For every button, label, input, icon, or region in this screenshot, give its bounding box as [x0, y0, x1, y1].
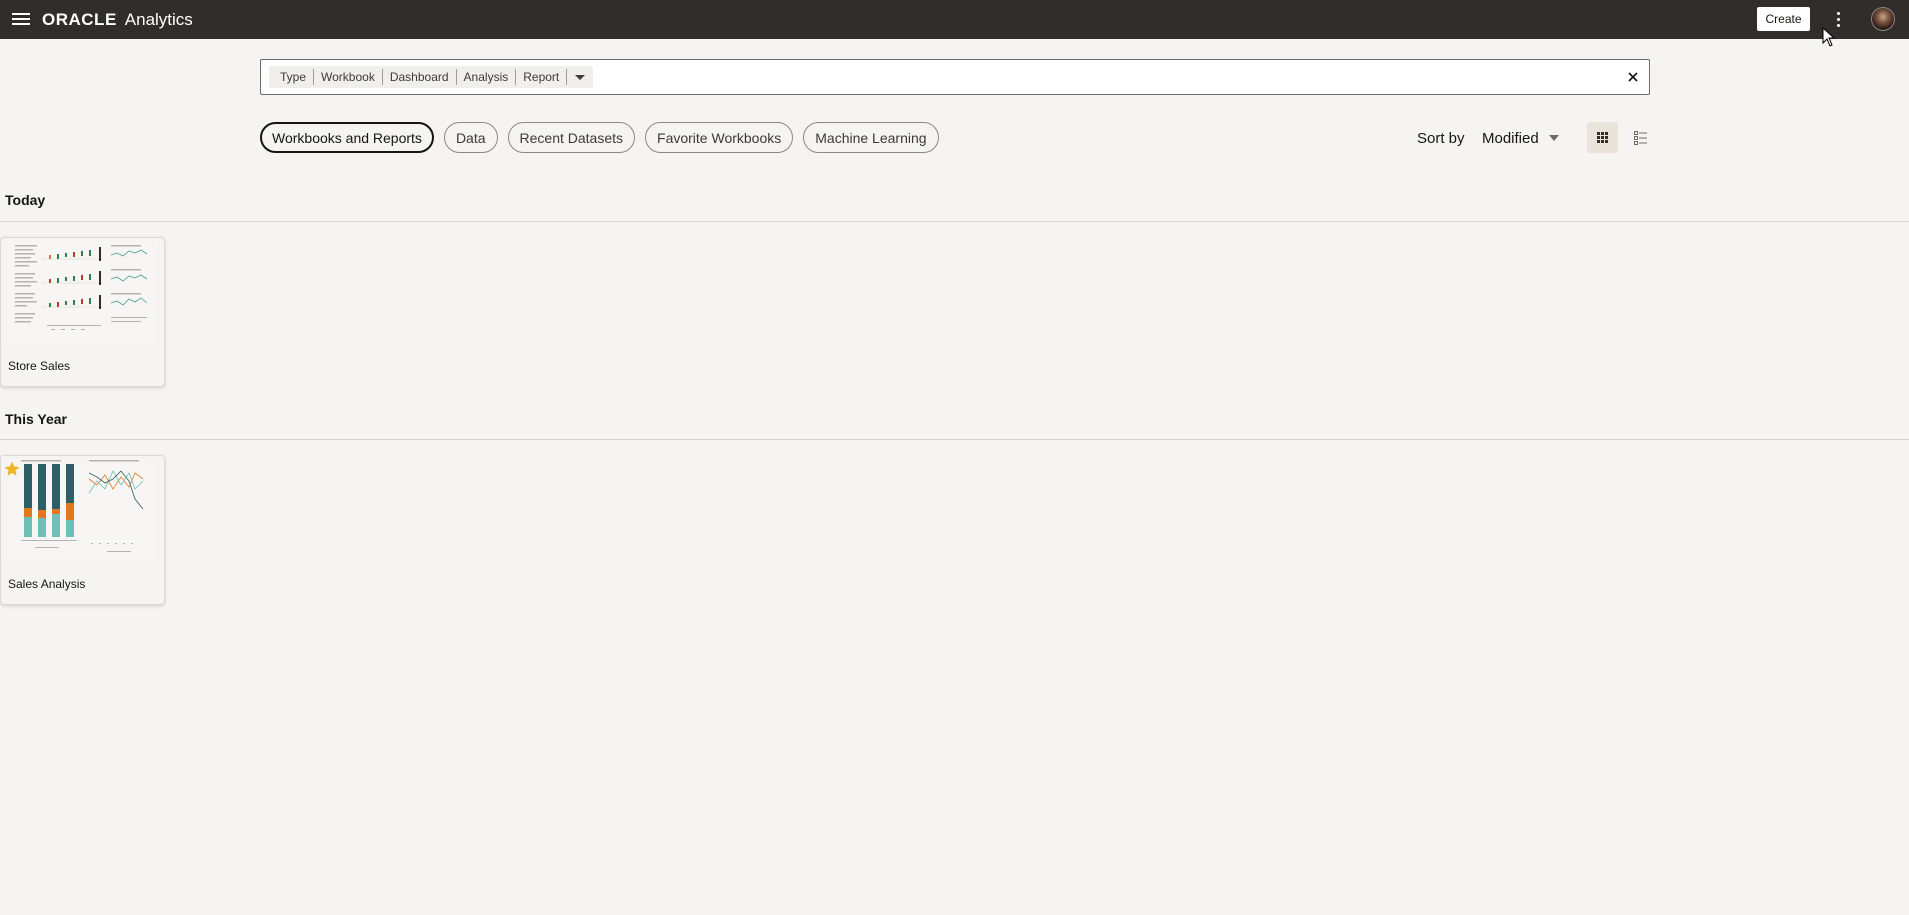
store-sales-thumbnail: [7, 241, 157, 346]
section-title-this-year: This Year: [5, 411, 68, 427]
facet-workbook[interactable]: Workbook: [314, 69, 383, 85]
grid-view-icon: [1597, 132, 1608, 143]
workbook-card-sales-analysis[interactable]: Sales Analysis: [0, 455, 165, 605]
grid-view-button[interactable]: [1587, 122, 1618, 153]
section-divider: [0, 221, 1909, 222]
list-view-button[interactable]: [1625, 122, 1656, 153]
avatar[interactable]: [1871, 7, 1895, 31]
chip-machine-learning[interactable]: Machine Learning: [803, 122, 939, 153]
oracle-logo: ORACLE: [42, 10, 117, 29]
sort-label: Sort by: [1417, 130, 1465, 147]
search-input[interactable]: [591, 67, 1591, 87]
search-bar[interactable]: Type Workbook Dashboard Analysis Report: [260, 59, 1650, 95]
facets-dropdown-icon[interactable]: [575, 74, 586, 80]
kebab-icon[interactable]: [1830, 9, 1846, 29]
section-title-today: Today: [5, 192, 46, 208]
card-title: Store Sales: [8, 359, 71, 373]
sort-value: Modified: [1482, 129, 1539, 147]
facet-dashboard[interactable]: Dashboard: [383, 69, 457, 85]
sales-analysis-thumbnail: [7, 459, 157, 564]
star-icon[interactable]: [3, 460, 21, 478]
chip-favorite-workbooks[interactable]: Favorite Workbooks: [645, 122, 794, 153]
workbook-card-store-sales[interactable]: Store Sales: [0, 237, 165, 387]
facet-report[interactable]: Report: [516, 69, 568, 85]
chip-workbooks-and-reports[interactable]: Workbooks and Reports: [260, 122, 434, 153]
sort-select[interactable]: Modified: [1482, 126, 1559, 150]
hamburger-icon[interactable]: [10, 10, 32, 28]
chip-recent-datasets[interactable]: Recent Datasets: [507, 122, 636, 153]
filter-chips: Workbooks and Reports Data Recent Datase…: [260, 122, 939, 154]
mouse-cursor-icon: [1822, 27, 1836, 47]
list-view-icon: [1634, 131, 1647, 145]
brand[interactable]: ORACLE Analytics: [42, 10, 193, 30]
search-facets: Type Workbook Dashboard Analysis Report: [269, 66, 594, 88]
top-bar: ORACLE Analytics Create: [0, 0, 1909, 39]
card-title: Sales Analysis: [8, 577, 86, 591]
chip-data[interactable]: Data: [443, 122, 498, 153]
chevron-down-icon: [1548, 135, 1559, 141]
product-name: Analytics: [124, 10, 193, 29]
facet-analysis[interactable]: Analysis: [457, 69, 517, 85]
create-button[interactable]: Create: [1757, 7, 1810, 31]
section-divider: [0, 439, 1909, 440]
close-icon[interactable]: [1625, 69, 1641, 85]
facet-type[interactable]: Type: [273, 69, 315, 85]
